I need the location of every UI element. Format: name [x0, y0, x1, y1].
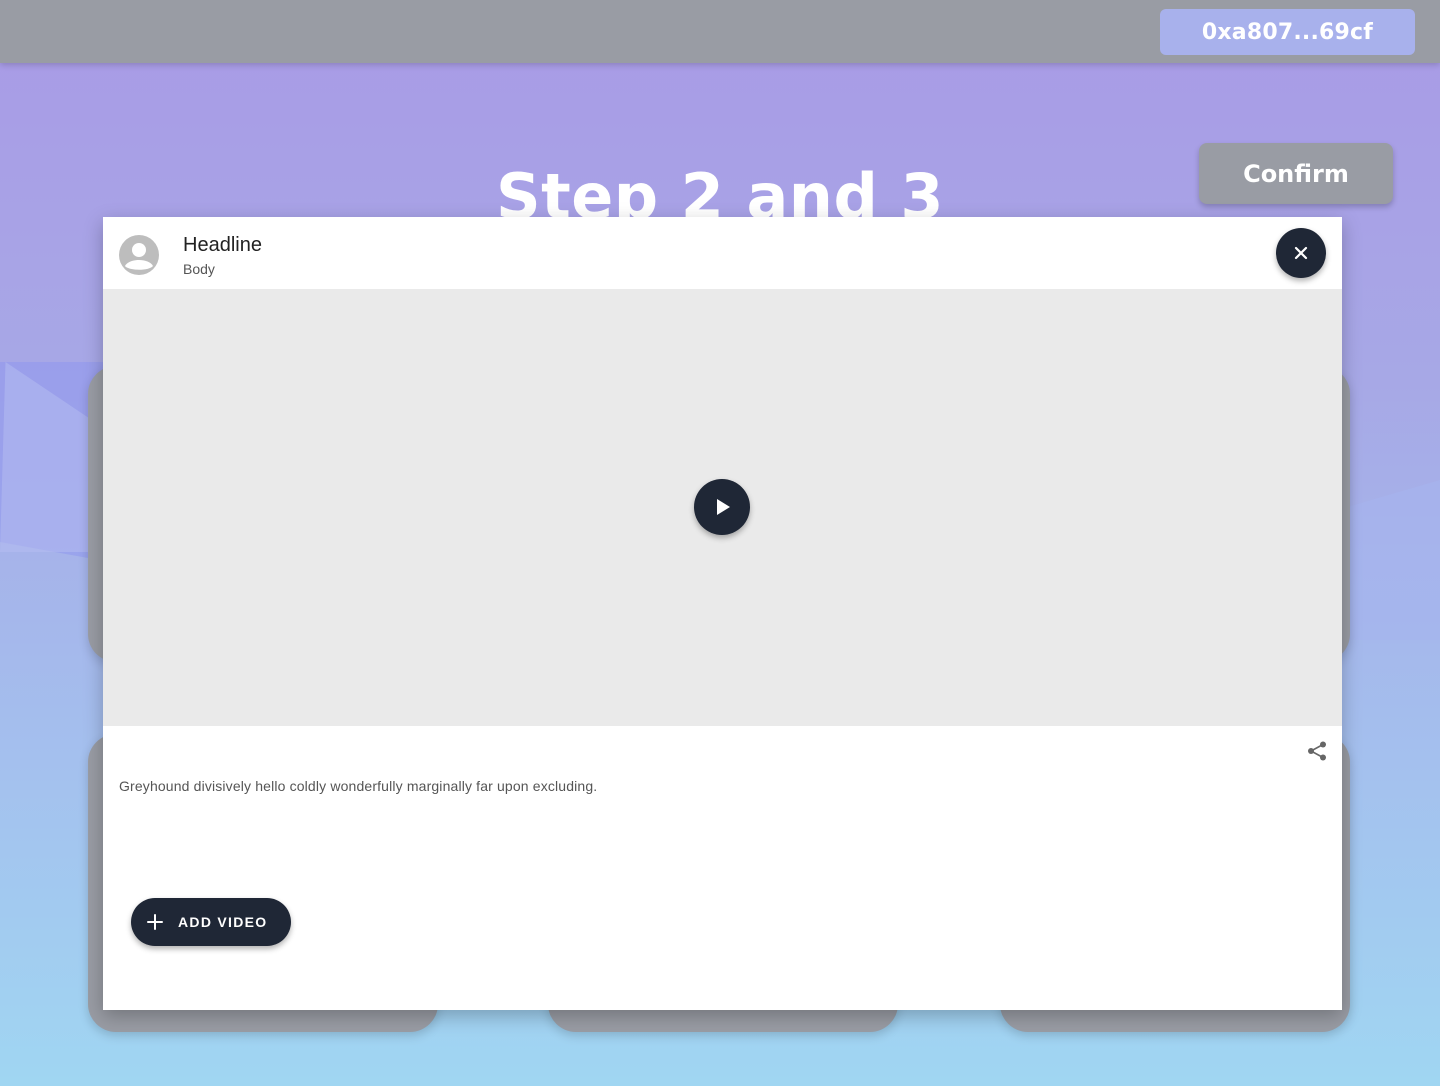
add-video-button[interactable]: ADD VIDEO [131, 898, 291, 946]
plus-icon [147, 914, 163, 930]
close-button[interactable] [1276, 228, 1326, 278]
add-video-label: ADD VIDEO [178, 914, 268, 930]
account-circle-icon [119, 235, 159, 275]
top-bar: 0xa807...69cf [0, 0, 1440, 63]
modal-header: Headline Body [103, 217, 1342, 289]
share-icon [1308, 741, 1326, 761]
video-post-modal: Headline Body Greyhound divisively hello… [103, 217, 1342, 1010]
post-headline: Headline [183, 234, 262, 256]
close-icon [1294, 246, 1308, 260]
video-player[interactable] [103, 289, 1342, 726]
play-button[interactable] [694, 479, 750, 535]
post-body-label: Body [183, 261, 215, 277]
wallet-address-button[interactable]: 0xa807...69cf [1160, 9, 1415, 55]
share-button[interactable] [1306, 740, 1328, 762]
play-icon [717, 499, 730, 515]
confirm-button[interactable]: Confirm [1199, 143, 1393, 204]
post-description: Greyhound divisively hello coldly wonder… [119, 778, 598, 794]
